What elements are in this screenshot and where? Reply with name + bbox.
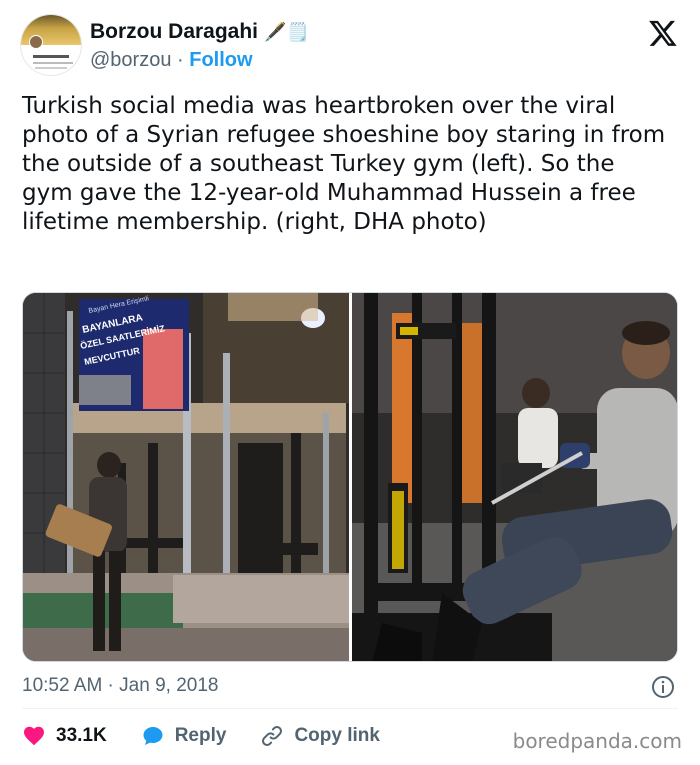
avatar[interactable] (20, 14, 82, 76)
tweet-media[interactable]: Bayan Hera Erişimli BAYANLARA ÖZEL SAATL… (22, 292, 678, 662)
follow-button[interactable]: Follow (189, 49, 252, 71)
tweet-date: Jan 9, 2018 (119, 675, 219, 696)
x-logo-icon[interactable] (648, 18, 678, 48)
tweet-header: Borzou Daragahi 🖋️🗒️ @borzou · Follow (20, 14, 680, 76)
info-icon[interactable] (651, 675, 675, 699)
tweet-text: Turkish social media was heartbroken ove… (22, 93, 666, 235)
footer-divider (22, 708, 678, 709)
tweet-actions: 33.1K Reply Copy link (22, 724, 414, 748)
handle-separator: · (171, 49, 190, 71)
author-name-row: Borzou Daragahi 🖋️🗒️ (90, 20, 309, 44)
author-handle-row: @borzou · Follow (90, 49, 253, 72)
heart-icon (24, 726, 44, 746)
gym-inside-photo[interactable] (351, 293, 677, 661)
gym-outside-photo[interactable]: Bayan Hera Erişimli BAYANLARA ÖZEL SAATL… (23, 293, 349, 661)
copy-link-label: Copy link (294, 725, 380, 746)
watermark-brand: boredpanda.com (512, 729, 682, 753)
reply-bubble-icon (143, 727, 163, 745)
reply-button[interactable]: Reply (141, 724, 227, 748)
reply-label: Reply (174, 725, 227, 746)
copy-link-button[interactable]: Copy link (260, 724, 380, 748)
like-button[interactable]: 33.1K (22, 724, 107, 748)
author-display-name[interactable]: Borzou Daragahi (90, 20, 258, 44)
gym-outside-illustration: Bayan Hera Erişimli BAYANLARA ÖZEL SAATL… (23, 293, 349, 661)
link-icon (262, 726, 283, 746)
gym-inside-illustration (351, 293, 677, 661)
author-handle[interactable]: @borzou (90, 49, 171, 71)
timestamp-separator: · (102, 675, 120, 696)
tweet-time: 10:52 AM (22, 675, 103, 696)
like-count: 33.1K (56, 725, 107, 746)
tweet-timestamp[interactable]: 10:52 AM · Jan 9, 2018 (22, 675, 218, 697)
pen-notepad-emoji: 🖋️🗒️ (264, 21, 309, 43)
